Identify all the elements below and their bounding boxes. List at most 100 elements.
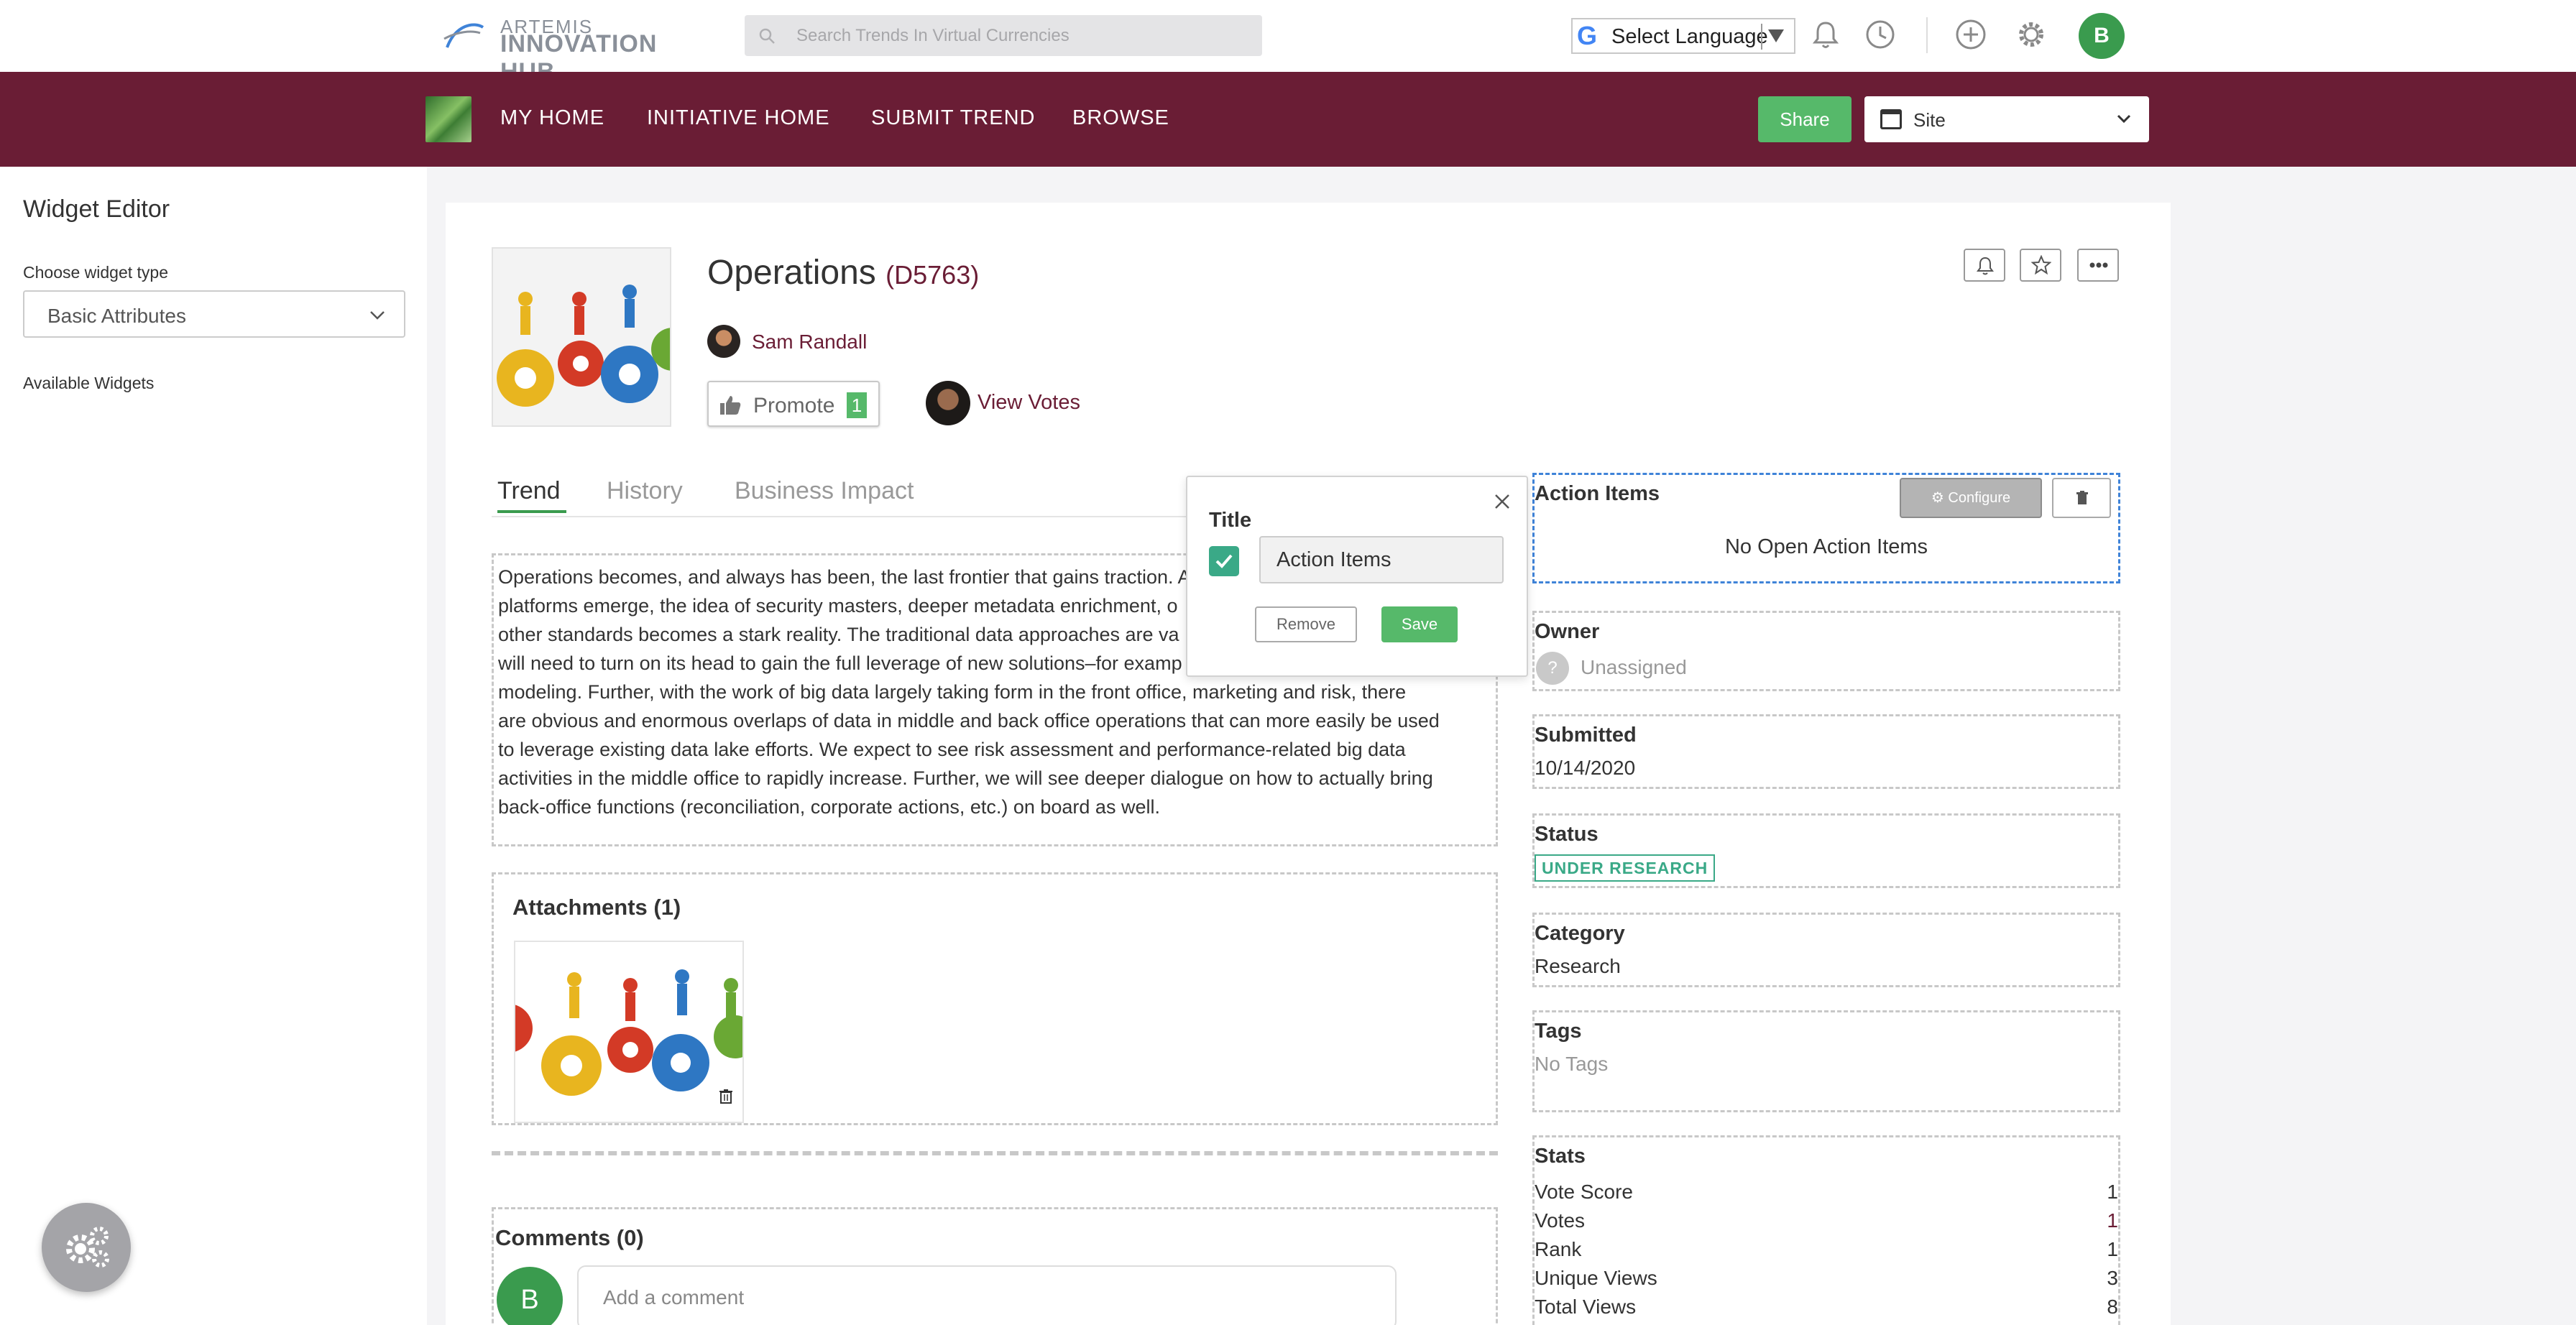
- commenter-avatar: B: [497, 1267, 563, 1325]
- active-tab-indicator: [497, 510, 566, 513]
- description-line: to leverage existing data lake efforts. …: [498, 739, 1406, 760]
- status-widget[interactable]: Status UNDER RESEARCH: [1532, 813, 2120, 888]
- bell-icon[interactable]: [1808, 17, 1843, 52]
- history-icon[interactable]: [1863, 17, 1898, 52]
- stat-label: Vote Score: [1535, 1181, 1633, 1203]
- divider: [1926, 17, 1928, 53]
- plus-icon[interactable]: [1954, 17, 1988, 52]
- search-icon: [759, 28, 775, 44]
- stat-label: Rank: [1535, 1238, 1582, 1260]
- tags-widget[interactable]: Tags No Tags: [1532, 1010, 2120, 1112]
- owner-value: Unassigned: [1581, 656, 1687, 678]
- remove-button[interactable]: Remove: [1255, 606, 1357, 642]
- nav-browse[interactable]: BROWSE: [1072, 106, 1169, 130]
- attachments-title: Attachments (1): [512, 895, 681, 920]
- tab-history[interactable]: History: [607, 477, 683, 505]
- stats-label: Stats: [1535, 1145, 1586, 1168]
- submitted-label: Submitted: [1535, 724, 1637, 747]
- action-items-widget[interactable]: Action Items ⚙ Configure No Open Action …: [1532, 473, 2120, 583]
- configure-button[interactable]: ⚙ Configure: [1900, 478, 2042, 518]
- widget-editor-panel: Widget Editor Choose widget type Basic A…: [0, 167, 427, 1325]
- description-line: modeling. Further, with the work of big …: [498, 681, 1407, 703]
- widget-editor-title: Widget Editor: [23, 195, 170, 223]
- delete-widget-button[interactable]: [2052, 478, 2111, 518]
- category-widget[interactable]: Category Research: [1532, 913, 2120, 987]
- action-items-label: Action Items: [1535, 482, 1660, 505]
- stat-value-link[interactable]: 1: [2107, 1209, 2118, 1232]
- stat-label: Votes: [1535, 1209, 1586, 1232]
- view-votes-link[interactable]: View Votes: [978, 391, 1080, 415]
- available-widgets-label: Available Widgets: [23, 374, 155, 392]
- description-line: back-office functions (reconciliation, c…: [498, 796, 1160, 818]
- tab-divider: [492, 516, 1232, 517]
- initiative-thumbnail[interactable]: [426, 96, 472, 142]
- caret-down-icon: [1768, 29, 1784, 42]
- stat-label: Unique Views: [1535, 1267, 1657, 1289]
- language-selector[interactable]: G Select Language: [1571, 18, 1795, 54]
- site-select-label: Site: [1913, 109, 1946, 131]
- nav-initiative-home[interactable]: INITIATIVE HOME: [647, 106, 830, 130]
- tags-label: Tags: [1535, 1020, 1582, 1043]
- tab-trend[interactable]: Trend: [497, 477, 561, 505]
- widget-type-value: Basic Attributes: [47, 305, 186, 327]
- title-input[interactable]: [1259, 536, 1504, 583]
- choose-widget-label: Choose widget type: [23, 263, 169, 282]
- tab-business-impact[interactable]: Business Impact: [735, 477, 914, 505]
- thumbs-up-icon: [720, 396, 741, 415]
- favorite-button[interactable]: [2020, 249, 2061, 282]
- promote-count: 1: [847, 392, 867, 418]
- share-button[interactable]: Share: [1758, 96, 1852, 142]
- user-avatar[interactable]: B: [2079, 13, 2125, 59]
- nav-submit-trend[interactable]: SUBMIT TREND: [871, 106, 1035, 130]
- configure-label: Configure: [1948, 490, 2011, 506]
- stat-value: 1: [2107, 1238, 2118, 1260]
- voter-avatar[interactable]: [926, 381, 970, 425]
- submitted-widget[interactable]: Submitted 10/14/2020: [1532, 714, 2120, 789]
- site-select[interactable]: Site: [1864, 96, 2149, 142]
- author-avatar[interactable]: [707, 325, 740, 358]
- logo[interactable]: ARTEMIS INNOVATION HUB: [443, 14, 716, 86]
- search-input[interactable]: [796, 15, 1242, 56]
- ellipsis-icon: [2089, 262, 2108, 268]
- author-link[interactable]: Sam Randall: [752, 331, 867, 354]
- top-bar: ARTEMIS INNOVATION HUB G Select Language…: [0, 0, 2576, 86]
- star-icon: [2031, 255, 2051, 275]
- attachment-thumbnail[interactable]: [514, 941, 744, 1123]
- subscribe-button[interactable]: [1964, 249, 2005, 282]
- promote-label: Promote: [753, 394, 835, 417]
- owner-widget[interactable]: Owner ? Unassigned: [1532, 611, 2120, 691]
- more-options-button[interactable]: [2077, 249, 2119, 282]
- logo-swoosh-icon: [443, 23, 484, 48]
- show-title-checkbox[interactable]: [1209, 546, 1239, 576]
- trash-icon: [719, 1089, 732, 1104]
- gear-icon[interactable]: [2014, 17, 2048, 52]
- chevron-down-icon: [2117, 114, 2131, 124]
- bell-icon: [1977, 257, 1994, 275]
- configure-widget-popup: Title Remove Save: [1186, 476, 1528, 677]
- category-value: Research: [1535, 955, 1621, 977]
- nav-bar: MY HOME INITIATIVE HOME SUBMIT TREND BRO…: [0, 72, 2576, 167]
- description-line: are obvious and enormous overlaps of dat…: [498, 710, 1440, 731]
- stat-value: 1: [2107, 1181, 2118, 1203]
- search-bar[interactable]: [745, 15, 1262, 56]
- stats-widget[interactable]: Stats Vote Score 1 Votes 1 Rank 1 Unique…: [1532, 1135, 2120, 1325]
- delete-attachment-button[interactable]: [712, 1083, 740, 1110]
- stat-value: 3: [2107, 1267, 2118, 1289]
- widget-type-select[interactable]: Basic Attributes: [23, 290, 405, 338]
- save-button[interactable]: Save: [1381, 606, 1458, 642]
- nav-my-home[interactable]: MY HOME: [500, 106, 604, 130]
- comment-input[interactable]: [577, 1265, 1397, 1325]
- promote-button[interactable]: Promote 1: [707, 381, 880, 427]
- unassigned-avatar-icon: ?: [1536, 652, 1569, 685]
- chevron-down-icon: [370, 311, 385, 320]
- comments-widget[interactable]: Comments (0) B: [492, 1207, 1498, 1325]
- attachments-widget[interactable]: Attachments (1): [492, 872, 1498, 1125]
- tags-value: No Tags: [1535, 1053, 1609, 1075]
- language-label: Select Language: [1611, 25, 1768, 48]
- trend-card: Operations (D5763) Sam Randall Promote 1…: [446, 203, 2171, 1325]
- trend-id: (D5763): [886, 260, 980, 290]
- close-icon[interactable]: [1489, 489, 1515, 514]
- trend-title: Operations (D5763): [707, 253, 979, 292]
- comments-title: Comments (0): [495, 1225, 644, 1250]
- settings-fab[interactable]: [42, 1203, 131, 1292]
